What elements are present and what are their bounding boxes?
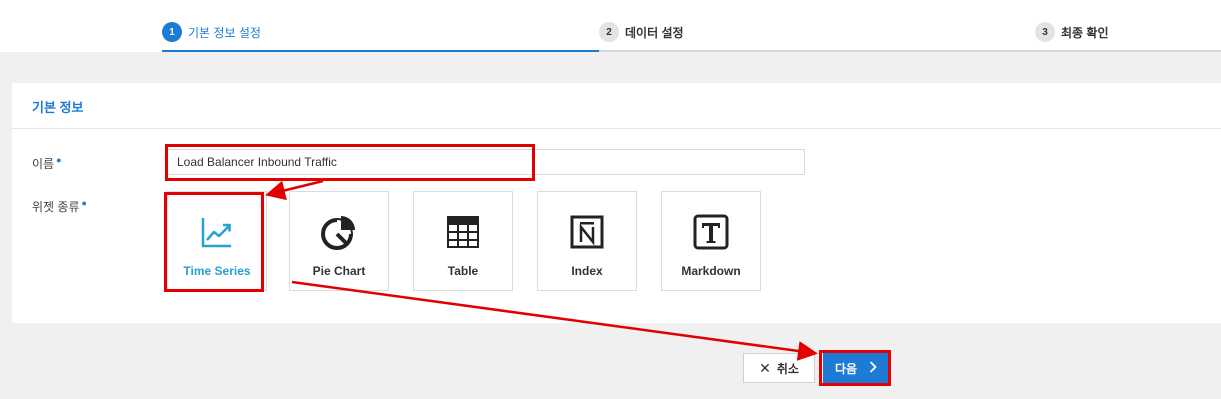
basic-info-panel: 기본 정보 이름● 위젯 종류● Time Series — [12, 83, 1221, 323]
table-icon — [446, 212, 480, 252]
required-mark: ● — [81, 198, 87, 208]
index-icon — [570, 212, 604, 252]
panel-divider — [12, 128, 1221, 129]
widget-type-table[interactable]: Table — [413, 191, 513, 291]
step-data-settings[interactable]: 2 데이터 설정 — [599, 22, 684, 42]
widget-type-label: Table — [447, 264, 479, 278]
stepper-progress-line — [162, 50, 599, 52]
panel-title: 기본 정보 — [32, 100, 84, 115]
next-button-label: 다음 — [834, 361, 858, 376]
step-number: 2 — [599, 22, 619, 42]
cancel-button[interactable]: ✕ 취소 — [743, 353, 815, 383]
step-label: 데이터 설정 — [625, 25, 684, 40]
widget-type-label: 위젯 종류 ● — [32, 198, 87, 215]
widget-type-label-text: 위젯 종류 — [32, 200, 80, 214]
widget-type-time-series[interactable]: Time Series — [167, 191, 267, 291]
widget-type-label: Pie Chart — [312, 264, 366, 278]
step-label: 최종 확인 — [1061, 25, 1109, 40]
widget-type-label: Index — [571, 264, 603, 278]
wizard-stepper: 1 기본 정보 설정 2 데이터 설정 3 최종 확인 — [0, 0, 1221, 52]
name-label-text: 이름 — [32, 157, 55, 171]
step-basic-info[interactable]: 1 기본 정보 설정 — [162, 22, 261, 42]
step-number: 3 — [1035, 22, 1055, 42]
line-chart-icon — [200, 212, 234, 252]
required-mark: ● — [56, 155, 62, 165]
widget-type-label: Markdown — [681, 264, 741, 278]
widget-wizard-page: 1 기본 정보 설정 2 데이터 설정 3 최종 확인 기본 정보 이름● 위젯… — [0, 0, 1221, 399]
name-input[interactable] — [167, 149, 805, 175]
widget-type-pie-chart[interactable]: Pie Chart — [289, 191, 389, 291]
widget-type-label: Time Series — [183, 264, 251, 278]
step-number: 1 — [162, 22, 182, 42]
cancel-button-label: 취소 — [776, 361, 799, 376]
widget-type-markdown[interactable]: Markdown — [661, 191, 761, 291]
pie-chart-icon — [320, 212, 358, 252]
next-button[interactable]: 다음 — [823, 353, 889, 383]
markdown-icon — [693, 212, 729, 252]
name-label: 이름 ● — [32, 155, 62, 172]
step-final-confirm[interactable]: 3 최종 확인 — [1035, 22, 1109, 42]
widget-type-index[interactable]: Index — [537, 191, 637, 291]
close-icon: ✕ — [759, 359, 771, 376]
chevron-right-icon — [869, 360, 877, 376]
step-label: 기본 정보 설정 — [188, 25, 261, 40]
